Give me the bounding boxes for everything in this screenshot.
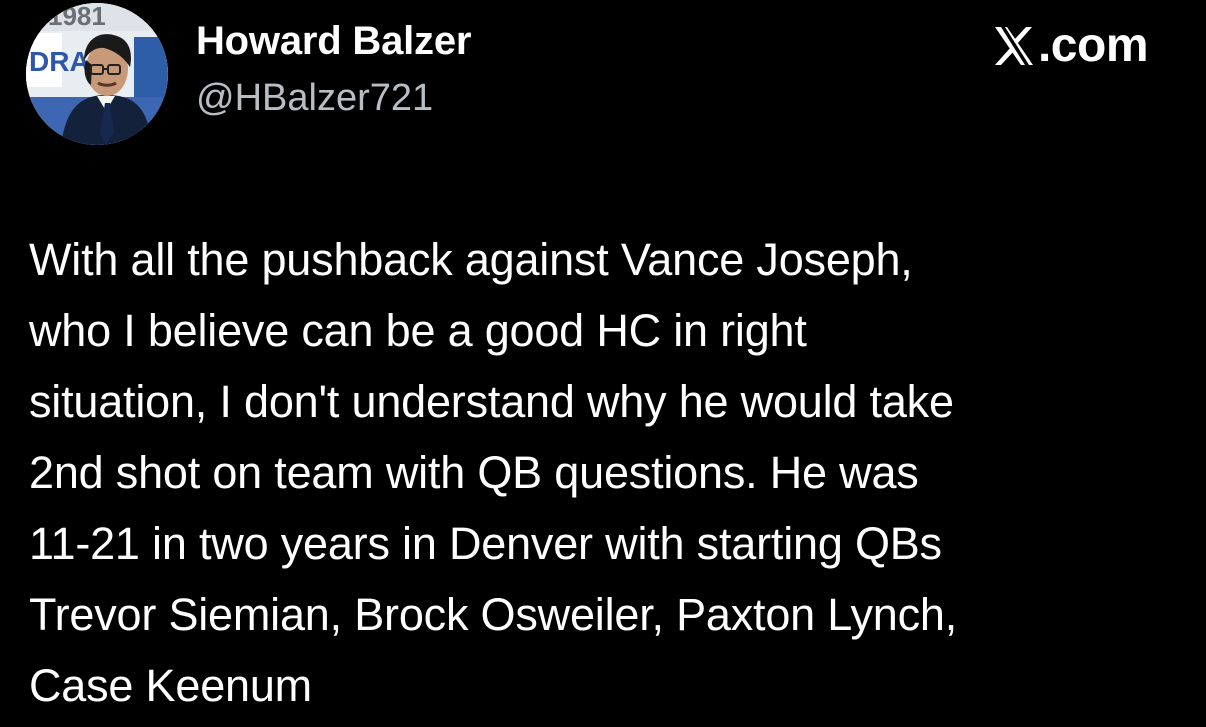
tweet-card: 1981 DRA Howard Balzer @HBalzer721 .com … xyxy=(0,0,1206,727)
author-block: Howard Balzer @HBalzer721 xyxy=(196,17,471,120)
author-handle[interactable]: @HBalzer721 xyxy=(196,76,471,120)
avatar-year-text: 1981 xyxy=(48,3,106,31)
avatar-side-text: DRA xyxy=(29,46,90,77)
tweet-body: With all the pushback against Vance Jose… xyxy=(29,234,958,711)
author-display-name[interactable]: Howard Balzer xyxy=(196,17,471,65)
brand-link[interactable]: .com xyxy=(992,19,1149,72)
x-logo-icon xyxy=(994,27,1033,65)
brand-domain-suffix: .com xyxy=(1037,19,1149,72)
avatar-photo-icon: 1981 DRA xyxy=(26,3,168,145)
avatar[interactable]: 1981 DRA xyxy=(26,3,168,145)
